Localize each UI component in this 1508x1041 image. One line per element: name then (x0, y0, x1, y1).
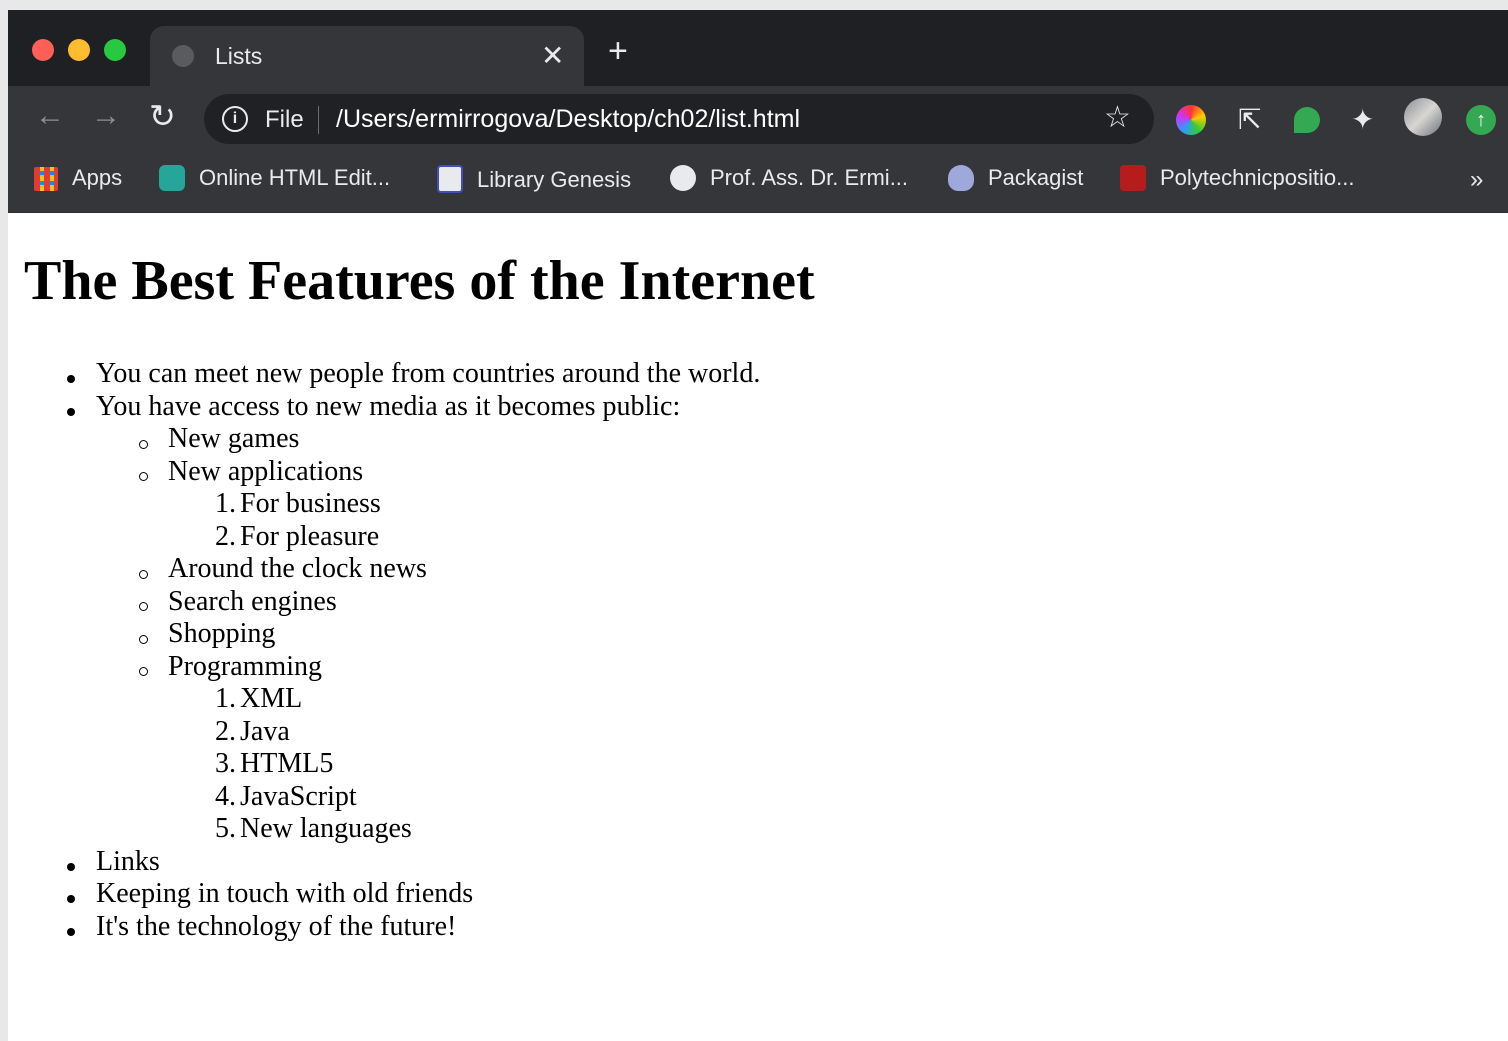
packagist-icon (948, 165, 974, 191)
star-icon[interactable]: ☆ (1104, 103, 1131, 133)
html-editor-icon (159, 165, 185, 191)
chat-bubble-icon[interactable] (1294, 107, 1320, 133)
list-item: New languages (240, 813, 412, 844)
circle-bullet (139, 440, 148, 449)
page-content: The Best Features of the Internet You ca… (8, 213, 1508, 1041)
circle-bullet (139, 570, 148, 579)
bookmark-label: Apps (72, 165, 123, 190)
bookmarks-overflow-icon[interactable]: » (1470, 166, 1483, 194)
close-window-button[interactable] (32, 39, 54, 61)
page-title: The Best Features of the Internet (24, 250, 815, 312)
list-item: Search engines (168, 586, 337, 617)
update-icon[interactable]: ↑ (1466, 105, 1496, 135)
list-item: Links (96, 846, 160, 877)
puzzle-icon[interactable]: ✦ (1351, 105, 1374, 135)
list-item: Around the clock news (168, 553, 427, 584)
bookmark-label: Library Genesis (477, 167, 632, 192)
bullet (67, 928, 75, 936)
circle-bullet (139, 472, 148, 481)
list-number: 2. (215, 521, 236, 552)
bullet (67, 895, 75, 903)
list-item: JavaScript (240, 781, 357, 812)
book-icon (437, 165, 463, 193)
list-item: Keeping in touch with old friends (96, 878, 474, 909)
zoom-window-button[interactable] (104, 39, 126, 61)
avatar[interactable] (1404, 98, 1442, 136)
reload-icon[interactable]: ↻ (149, 100, 176, 132)
list-number: 5. (215, 813, 236, 844)
list-number: 1. (215, 488, 236, 519)
list-item: XML (240, 683, 303, 714)
list-item: HTML5 (240, 748, 334, 779)
tab-lists[interactable]: Lists ✕ (150, 26, 584, 86)
list-item: You have access to new media as it becom… (96, 391, 681, 422)
bookmarks-bar: Apps Online HTML Edit... Library Genesis… (8, 152, 1508, 213)
list-number: 3. (215, 748, 236, 779)
circle-bullet (139, 635, 148, 644)
tab-title: Lists (215, 43, 263, 69)
list-item: For pleasure (240, 521, 380, 552)
list-number: 4. (215, 781, 236, 812)
bookmark-online-html-editor[interactable]: Online HTML Edit... (159, 165, 390, 191)
tab-strip: Lists ✕ + (8, 10, 1508, 86)
url-text[interactable]: /Users/ermirrogova/Desktop/ch02/list.htm… (336, 105, 800, 134)
divider (318, 106, 319, 134)
toolbar: ← → ↻ i File /Users/ermirrogova/Desktop/… (8, 86, 1508, 152)
bullet (67, 375, 75, 383)
new-tab-button[interactable]: + (608, 34, 628, 68)
bookmark-library-genesis[interactable]: Library Genesis (437, 165, 631, 193)
circle-bullet (139, 602, 148, 611)
globe-icon (670, 165, 696, 191)
scheme-label: File (265, 106, 304, 133)
bookmark-label: Packagist (988, 165, 1084, 190)
cursor-icon[interactable]: ⇱ (1238, 105, 1261, 135)
circle-bullet (139, 667, 148, 676)
list-number: 2. (215, 716, 236, 747)
color-picker-icon[interactable] (1176, 105, 1206, 135)
bookmark-apps[interactable]: Apps (34, 165, 122, 191)
back-icon[interactable]: ← (35, 101, 65, 131)
globe-icon (172, 45, 194, 67)
list-item: Java (240, 716, 290, 747)
bullet (67, 863, 75, 871)
list-item: New games (168, 423, 300, 454)
bullet (67, 408, 75, 416)
address-bar[interactable]: i File /Users/ermirrogova/Desktop/ch02/l… (204, 94, 1154, 144)
close-icon[interactable]: ✕ (541, 39, 564, 72)
bookmark-label: Polytechnicpositio... (1160, 165, 1355, 190)
bookmark-packagist[interactable]: Packagist (948, 165, 1083, 191)
list-item: For business (240, 488, 381, 519)
list-item: It's the technology of the future! (96, 911, 457, 942)
bookmark-label: Prof. Ass. Dr. Ermi... (710, 165, 909, 190)
apps-grid-icon (34, 167, 58, 191)
browser-window: Lists ✕ + ← → ↻ i File /Users/ermirrogov… (8, 10, 1508, 1041)
info-icon[interactable]: i (222, 106, 248, 132)
bookmark-polytechnicposition[interactable]: Polytechnicpositio... (1120, 165, 1354, 191)
list-item: You can meet new people from countries a… (96, 358, 761, 389)
list-item: Programming (168, 651, 322, 682)
bookmark-prof-ass-dr[interactable]: Prof. Ass. Dr. Ermi... (670, 165, 908, 191)
list-item: Shopping (168, 618, 276, 649)
site-icon (1120, 165, 1146, 191)
forward-icon[interactable]: → (91, 101, 121, 131)
list-item: New applications (168, 456, 364, 487)
minimize-window-button[interactable] (68, 39, 90, 61)
bookmark-label: Online HTML Edit... (199, 165, 391, 190)
list-number: 1. (215, 683, 236, 714)
